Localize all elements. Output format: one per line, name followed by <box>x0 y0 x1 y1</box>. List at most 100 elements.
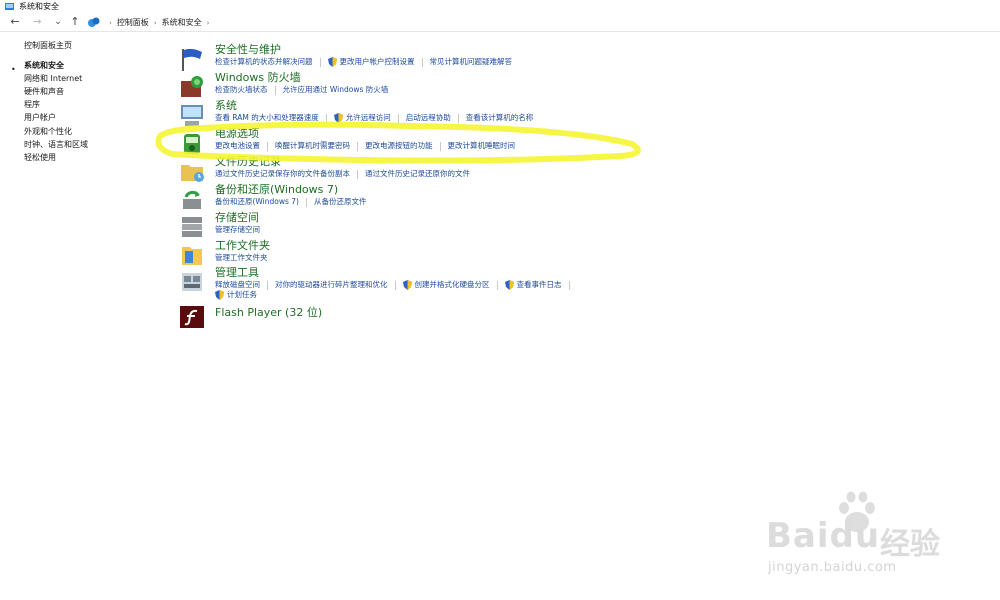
uac-shield-icon <box>333 113 343 123</box>
watermark-jingyan: 经验 <box>880 527 940 562</box>
divider <box>397 113 399 123</box>
work-folders-icon <box>182 247 202 265</box>
divider <box>357 141 358 151</box>
back-arrow-icon[interactable]: ← <box>8 15 22 29</box>
sidebar-item-network[interactable]: 网络和 Internet <box>24 73 82 84</box>
link-label: 计划任务 <box>227 290 257 299</box>
breadcrumb-system-security[interactable]: 系统和安全 <box>162 17 202 28</box>
sidebar-item-clock-region[interactable]: 时钟、语言和区域 <box>24 139 88 150</box>
uac-shield-icon <box>504 280 514 290</box>
link[interactable]: 管理工作文件夹 <box>215 253 268 263</box>
watermark-brand-du: du <box>829 516 881 556</box>
sidebar-item-home[interactable]: 控制面板主页 <box>24 40 72 51</box>
link[interactable]: 对你的驱动器进行碎片整理和优化 <box>275 280 388 290</box>
sidebar-item-hardware-sound[interactable]: 硬件和声音 <box>24 86 64 97</box>
control-panel-icon <box>88 17 100 27</box>
uac-shield-icon <box>215 290 224 300</box>
link[interactable]: 从备份还原文件 <box>314 197 367 207</box>
divider <box>267 280 268 290</box>
link-label: 查看事件日志 <box>516 280 562 289</box>
divider <box>325 113 327 123</box>
category-title[interactable]: 存储空间 <box>215 211 259 225</box>
link[interactable]: 允许应用通过 Windows 防火墙 <box>283 85 389 95</box>
breadcrumb-chevron-icon: › <box>109 18 112 27</box>
link[interactable]: 备份和还原(Windows 7) <box>215 197 299 207</box>
link[interactable]: 常见计算机问题疑难解答 <box>430 57 513 67</box>
sidebar-item-programs[interactable]: 程序 <box>24 99 40 110</box>
divider <box>319 57 321 67</box>
link[interactable]: 允许远程访问 <box>333 113 391 123</box>
admin-tools-icon <box>182 273 202 291</box>
category-title[interactable]: 安全性与维护 <box>215 43 281 57</box>
forward-arrow-icon[interactable]: → <box>30 15 44 29</box>
link[interactable]: 通过文件历史记录保存你的文件备份副本 <box>215 169 350 179</box>
watermark-brand-bai: Bai <box>766 516 830 556</box>
computer-icon <box>181 105 203 126</box>
divider <box>306 197 307 207</box>
divider <box>457 113 459 123</box>
link[interactable]: 更改用户帐户控制设置 <box>327 57 415 67</box>
navigation-bar: ← → ⌄ ↑ › 控制面板 › 系统和安全 › <box>0 14 1000 32</box>
link[interactable]: 检查计算机的状态并解决问题 <box>215 57 313 67</box>
category-title[interactable]: 管理工具 <box>215 266 259 280</box>
link[interactable]: 查看事件日志 <box>504 280 562 290</box>
storage-icon <box>182 217 202 237</box>
flag-icon <box>182 48 202 71</box>
divider <box>439 141 441 151</box>
watermark-brand: Baidu <box>766 516 880 556</box>
link-label: 允许远程访问 <box>345 113 391 122</box>
divider <box>421 57 423 67</box>
window-title: 系统和安全 <box>19 2 59 11</box>
recent-locations-chevron-down-icon[interactable]: ⌄ <box>51 15 65 29</box>
breadcrumb: › 控制面板 › 系统和安全 › <box>88 16 214 29</box>
breadcrumb-control-panel[interactable]: 控制面板 <box>117 17 149 28</box>
link-label: 更改用户帐户控制设置 <box>339 57 415 66</box>
category-title[interactable]: Flash Player (32 位) <box>215 306 322 320</box>
watermark-url: jingyan.baidu.com <box>768 560 897 575</box>
backup-icon <box>183 190 201 209</box>
category-title[interactable]: 系统 <box>215 99 237 113</box>
divider <box>267 141 268 151</box>
link[interactable]: 释放磁盘空间 <box>215 280 260 290</box>
divider <box>496 280 498 290</box>
control-panel-icon <box>5 3 14 10</box>
divider <box>357 169 358 179</box>
link[interactable]: 唤醒计算机时需要密码 <box>275 141 350 151</box>
divider <box>394 280 396 290</box>
link[interactable]: 查看该计算机的名称 <box>466 113 534 123</box>
link[interactable]: 更改电池设置 <box>215 141 260 151</box>
category-title[interactable]: 工作文件夹 <box>215 239 270 253</box>
link[interactable]: 启动远程协助 <box>406 113 451 123</box>
breadcrumb-chevron-icon[interactable]: › <box>207 19 210 27</box>
link-label: 创建并格式化硬盘分区 <box>414 280 490 289</box>
link[interactable]: 管理存储空间 <box>215 225 260 235</box>
category-title[interactable]: 电源选项 <box>215 127 259 141</box>
link[interactable]: 创建并格式化硬盘分区 <box>402 280 490 290</box>
link[interactable]: 更改计算机睡眠时间 <box>448 141 516 151</box>
link[interactable]: 通过文件历史记录还原你的文件 <box>365 169 470 179</box>
title-bar: 系统和安全 <box>0 0 1000 14</box>
link[interactable]: 查看 RAM 的大小和处理器速度 <box>215 113 319 123</box>
link[interactable]: 计划任务 <box>215 290 257 300</box>
current-page-bullet-icon: • <box>11 65 16 74</box>
power-icon <box>184 134 200 154</box>
baidu-jingyan-watermark: Baidu 经验 jingyan.baidu.com <box>762 488 962 583</box>
link[interactable]: 检查防火墙状态 <box>215 85 268 95</box>
sidebar-item-system-security: 系统和安全 <box>24 61 64 70</box>
sidebar-item-user-accounts[interactable]: 用户帐户 <box>24 112 56 123</box>
divider <box>568 280 570 290</box>
uac-shield-icon <box>402 280 412 290</box>
flash-icon <box>180 306 204 328</box>
link[interactable]: 更改电源按钮的功能 <box>365 141 433 151</box>
file-history-icon <box>181 165 204 182</box>
uac-shield-icon <box>327 57 337 67</box>
firewall-icon <box>181 76 203 97</box>
category-title[interactable]: 文件历史记录 <box>215 155 281 169</box>
sidebar-item-ease-of-access[interactable]: 轻松使用 <box>24 152 56 163</box>
breadcrumb-chevron-icon: › <box>153 18 157 27</box>
divider <box>274 85 276 95</box>
up-arrow-icon[interactable]: ↑ <box>68 15 82 29</box>
category-title[interactable]: Windows 防火墙 <box>215 71 301 85</box>
category-title[interactable]: 备份和还原(Windows 7) <box>215 183 338 197</box>
sidebar-item-appearance[interactable]: 外观和个性化 <box>24 126 72 137</box>
